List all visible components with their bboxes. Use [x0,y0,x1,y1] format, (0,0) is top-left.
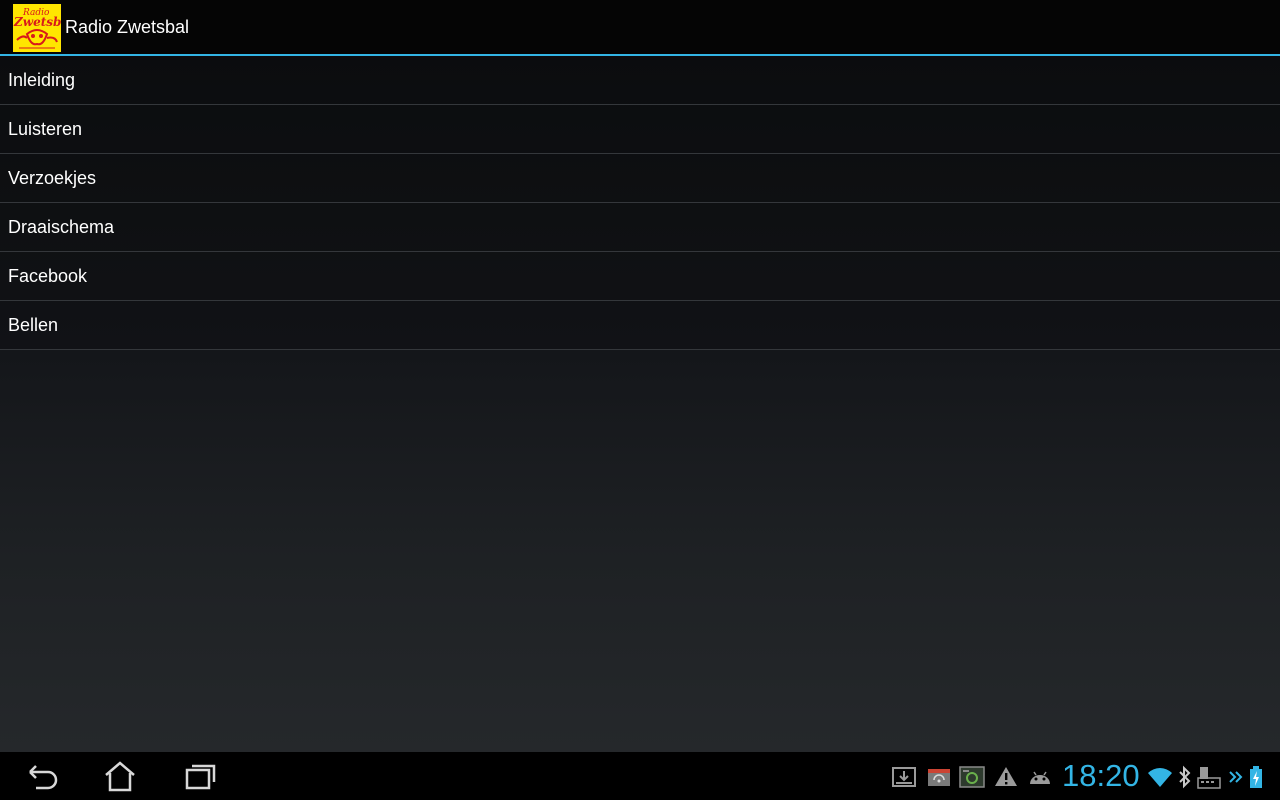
app-logo-icon[interactable]: Radio Zwetsbal [13,4,61,52]
action-bar: Radio Zwetsbal Radio Zwetsbal [0,0,1280,56]
home-icon[interactable] [100,760,140,792]
wifi-icon[interactable] [1147,764,1173,790]
menu-item-luisteren[interactable]: Luisteren [0,105,1280,154]
keyboard-icon[interactable] [1196,764,1222,790]
menu-list: Inleiding Luisteren Verzoekjes Draaische… [0,56,1280,350]
android-icon[interactable] [1027,764,1053,790]
menu-item-draaischema[interactable]: Draaischema [0,203,1280,252]
battery-icon[interactable] [1248,764,1264,790]
warning-icon[interactable] [993,764,1019,790]
radio-icon[interactable] [926,764,952,790]
menu-item-facebook[interactable]: Facebook [0,252,1280,301]
menu-item-inleiding[interactable]: Inleiding [0,56,1280,105]
screenshot-icon[interactable] [959,764,985,790]
download-icon[interactable] [891,764,917,790]
recent-apps-icon[interactable] [180,760,220,792]
app-title: Radio Zwetsbal [65,17,190,37]
logo-text-main: Zwetsbal [13,15,61,29]
menu-item-verzoekjes[interactable]: Verzoekjes [0,154,1280,203]
bluetooth-icon[interactable] [1176,764,1194,790]
system-navigation-bar: 18:20 [0,752,1280,800]
back-icon[interactable] [22,760,62,792]
menu-item-bellen[interactable]: Bellen [0,301,1280,350]
chevron-icon[interactable] [1228,764,1244,790]
status-clock[interactable]: 18:20 [1062,758,1140,794]
